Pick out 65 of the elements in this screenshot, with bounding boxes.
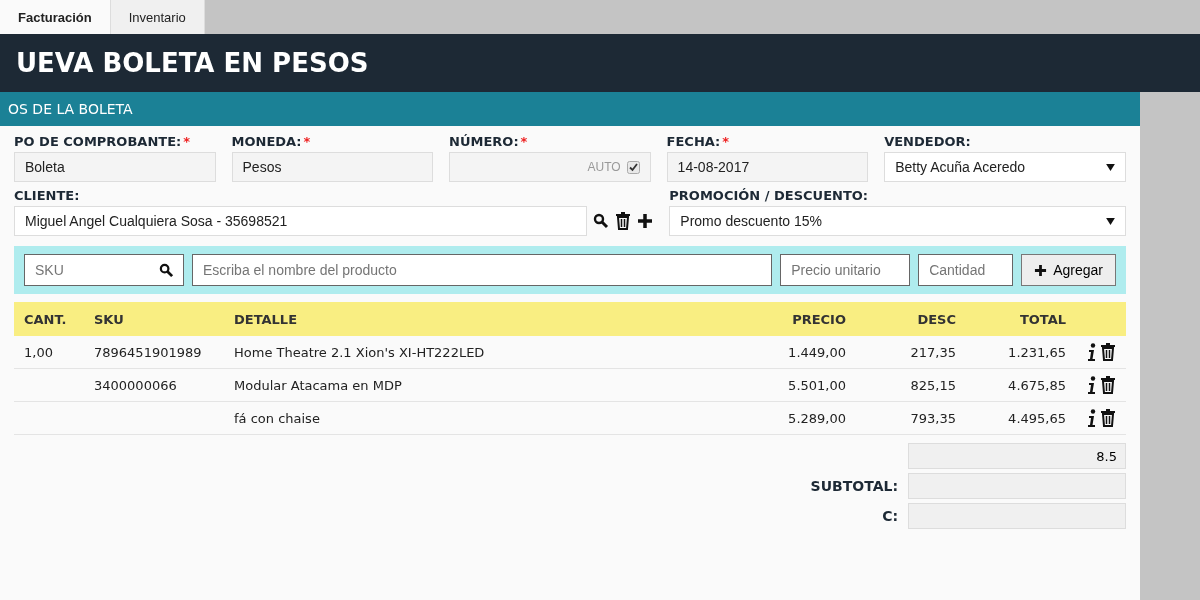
trash-icon[interactable]: [1100, 343, 1116, 361]
field-label: MONEDA:: [231, 134, 302, 149]
table-cell: 825,15: [910, 377, 956, 393]
checkbox[interactable]: [626, 160, 640, 174]
table-cell: 1,00: [24, 344, 53, 360]
table-cell: 217,35: [910, 344, 956, 360]
column-header: SKU: [94, 311, 125, 327]
table-cell: 5.501,00: [788, 377, 846, 393]
caret-icon: [1106, 217, 1115, 225]
table-cell: 793,35: [910, 410, 956, 426]
column-header: TOTAL: [1018, 311, 1066, 327]
input-field[interactable]: Pesos: [231, 152, 434, 182]
table-cell: fá con chaise: [234, 410, 320, 426]
caret-icon: [1106, 163, 1115, 171]
quantity-field[interactable]: Cantidad: [918, 254, 1014, 286]
required-mark: *: [303, 134, 311, 149]
field-label: PROMOCIÓN / DESCUENTO:: [669, 188, 869, 203]
page-title: UEVA BOLETA EN PESOS: [16, 48, 369, 78]
table-cell: 4.675,85: [1008, 377, 1066, 393]
table-cell: 3400000066: [94, 377, 177, 393]
field-label: VENDEDOR:: [884, 134, 971, 149]
required-mark: *: [183, 134, 191, 149]
add-button[interactable]: Agregar: [1021, 254, 1116, 286]
info-icon[interactable]: [1088, 409, 1096, 427]
sku-field[interactable]: SKU: [24, 254, 184, 286]
select-field[interactable]: Betty Acuña Aceredo: [884, 152, 1126, 182]
trash-icon[interactable]: [1100, 409, 1116, 427]
price-field[interactable]: Precio unitario: [780, 254, 911, 286]
total-label: SUBTOTAL:: [810, 478, 898, 494]
total-label: C:: [882, 508, 898, 524]
input-field[interactable]: Boleta: [14, 152, 216, 182]
table-cell: 5.289,00: [788, 410, 846, 426]
required-mark: *: [722, 134, 730, 149]
input-field[interactable]: Miguel Angel Cualquiera Sosa - 35698521: [14, 206, 588, 236]
table-cell: 1.449,00: [788, 344, 846, 360]
field-label: NÚMERO:: [449, 134, 519, 149]
product-field[interactable]: Escriba el nombre del producto: [192, 254, 773, 286]
column-header: DETALLE: [234, 311, 299, 327]
field-label: CLIENTE:: [14, 188, 80, 203]
table-cell: 7896451901989: [94, 344, 202, 360]
column-header: DESC: [916, 311, 956, 327]
trash-icon[interactable]: [1100, 376, 1116, 394]
table-cell: 1.231,65: [1008, 344, 1066, 360]
search-icon[interactable]: [159, 263, 174, 278]
tab[interactable]: Facturación: [0, 0, 111, 34]
trash-icon[interactable]: [615, 212, 632, 230]
column-header: PRECIO: [791, 311, 846, 327]
plus-icon[interactable]: [637, 213, 654, 229]
select-field[interactable]: Promo descuento 15%: [669, 206, 1126, 236]
table-cell: Modular Atacama en MDP: [234, 377, 402, 393]
table-cell: Home Theatre 2.1 Xion's XI-HT222LED: [234, 344, 485, 360]
info-icon[interactable]: [1088, 343, 1096, 361]
auto-label: AUTO: [587, 160, 621, 174]
plus-icon: [1034, 263, 1048, 277]
field-label: FECHA:: [666, 134, 721, 149]
search-icon[interactable]: [593, 213, 610, 229]
info-icon[interactable]: [1088, 376, 1096, 394]
tab[interactable]: Inventario: [110, 0, 205, 34]
field-label: PO DE COMPROBANTE:: [14, 134, 182, 149]
table-cell: 4.495,65: [1008, 410, 1066, 426]
total-value: 8.5: [1096, 448, 1117, 464]
input-field[interactable]: 14-08-2017: [666, 152, 869, 182]
required-mark: *: [520, 134, 528, 149]
section-title: OS DE LA BOLETA: [8, 101, 133, 117]
column-header: CANT.: [24, 311, 68, 327]
